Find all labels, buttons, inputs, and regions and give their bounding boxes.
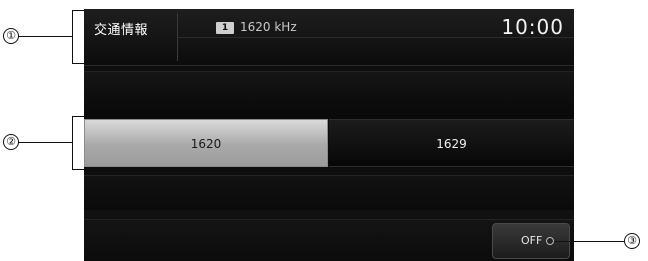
off-button-label: OFF xyxy=(521,234,543,247)
callout-2-line xyxy=(18,142,72,144)
header-bracket xyxy=(72,10,74,64)
callout-3-anchor xyxy=(546,237,554,245)
empty-row xyxy=(84,175,574,210)
preset-number-badge: 1 xyxy=(216,22,234,34)
callout-3: ③ xyxy=(624,233,640,249)
empty-row xyxy=(84,71,574,106)
current-frequency: 1620 kHz xyxy=(240,20,297,34)
callout-2: ② xyxy=(3,134,19,150)
frequency-button-1629[interactable]: 1629 xyxy=(329,119,574,167)
frequency-label: 1620 xyxy=(190,137,222,151)
frequency-label: 1629 xyxy=(436,137,467,151)
device-screen: 交通情報 1 1620 kHz 10:00 1620 1629 OFF xyxy=(84,9,574,261)
frequency-bracket xyxy=(72,116,74,170)
screen-title: 交通情報 xyxy=(94,23,149,38)
callout-3-line xyxy=(552,241,624,243)
callout-1: ① xyxy=(3,28,19,44)
callout-1-line xyxy=(18,36,72,38)
clock: 10:00 xyxy=(501,15,564,39)
frequency-button-1620[interactable]: 1620 xyxy=(84,119,328,167)
header-bar: 交通情報 1 1620 kHz 10:00 xyxy=(84,9,574,66)
